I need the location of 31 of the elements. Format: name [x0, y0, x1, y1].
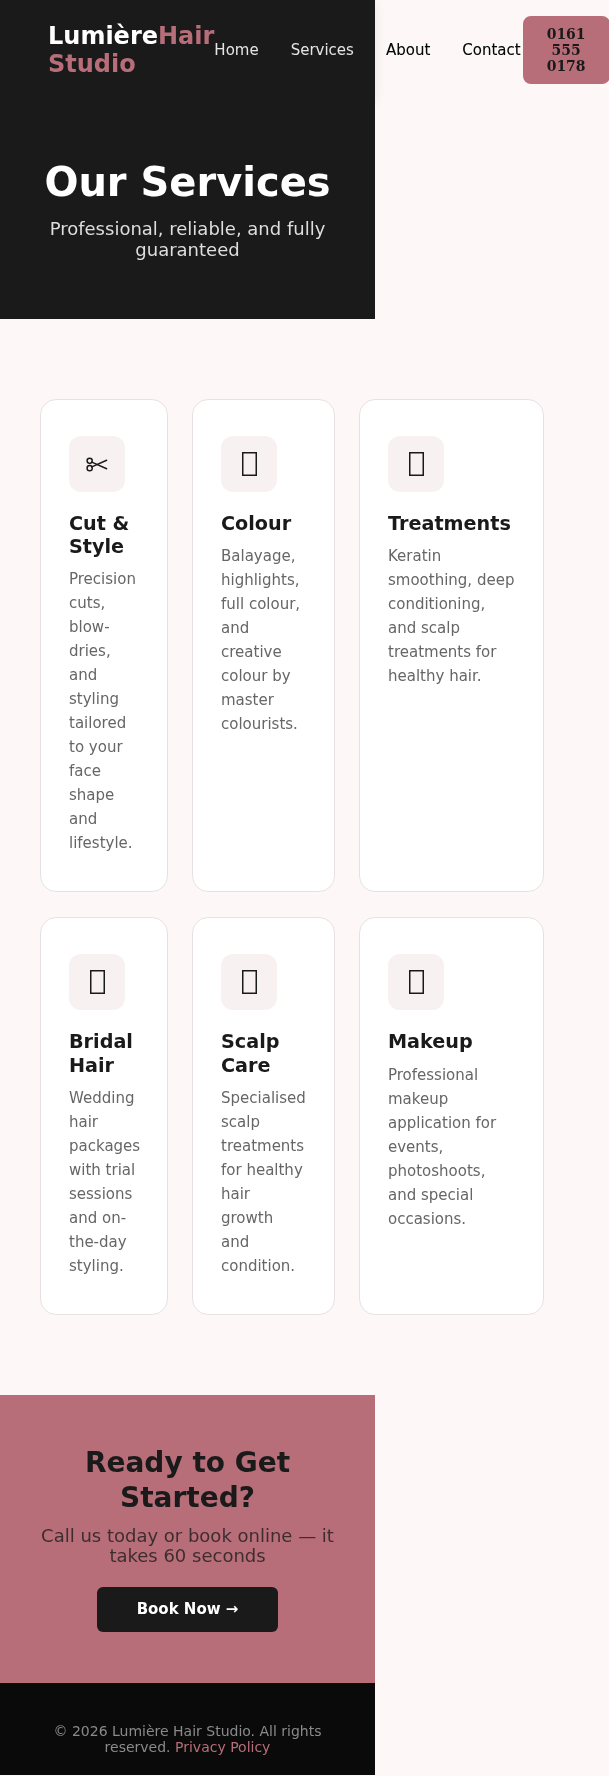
card-title: Makeup [388, 1030, 474, 1054]
phone-button[interactable]: 0161 555 0178 [522, 16, 609, 84]
missing-glyph-icon [388, 436, 444, 493]
nav-link[interactable]: Services [290, 41, 354, 59]
card-description: Balayage, highlights, full colour, and creative colour by master colourists. [221, 546, 302, 736]
card-description: Keratin smoothing, deep conditioning, and scalp treatments for healthy hair. [388, 546, 515, 688]
card-description: Wedding hair packages with trial sessions and on-the-day styling. [69, 1087, 139, 1277]
nav-link[interactable]: Contact [462, 41, 521, 59]
missing-glyph-icon [69, 954, 125, 1011]
scissors-icon [69, 436, 125, 493]
card-description: Precision cuts, blow-dries, and styling tailored to your face shape and lifestyle. [69, 569, 137, 855]
logo-text[interactable]: LumièreHair Studio [48, 22, 215, 78]
page-subtitle: Professional, reliable, and fully guaranteed [48, 219, 327, 261]
cta-text: Call us today or book online — it takes 60 seconds [40, 1525, 335, 1567]
card-title: Treatments [388, 512, 512, 536]
card-title: Cut & Style [69, 512, 131, 559]
card-description: Specialised scalp treatments for healthy hair growth and condition. [221, 1087, 306, 1277]
missing-glyph-icon [221, 436, 277, 493]
nav-link[interactable]: About [385, 41, 431, 59]
card-description: Professional makeup application for events, photoshoots, and special occasions. [388, 1064, 498, 1230]
missing-glyph-icon [388, 954, 444, 1011]
nav-link[interactable]: Home [214, 41, 259, 59]
copyright-text: © 2026 Lumière Hair Studio. All rights reserved. Privacy Policy [52, 1722, 323, 1756]
privacy-policy-link[interactable]: Privacy Policy [175, 1739, 271, 1756]
card-title: Scalp Care [221, 1030, 281, 1077]
cta-heading: Ready to Get Started? [83, 1444, 292, 1515]
card-title: Colour [221, 512, 293, 536]
book-now-button[interactable]: Book Now → [96, 1586, 279, 1632]
missing-glyph-icon [221, 954, 277, 1011]
card-title: Bridal Hair [69, 1030, 134, 1077]
page-title: Our Services [43, 158, 332, 206]
